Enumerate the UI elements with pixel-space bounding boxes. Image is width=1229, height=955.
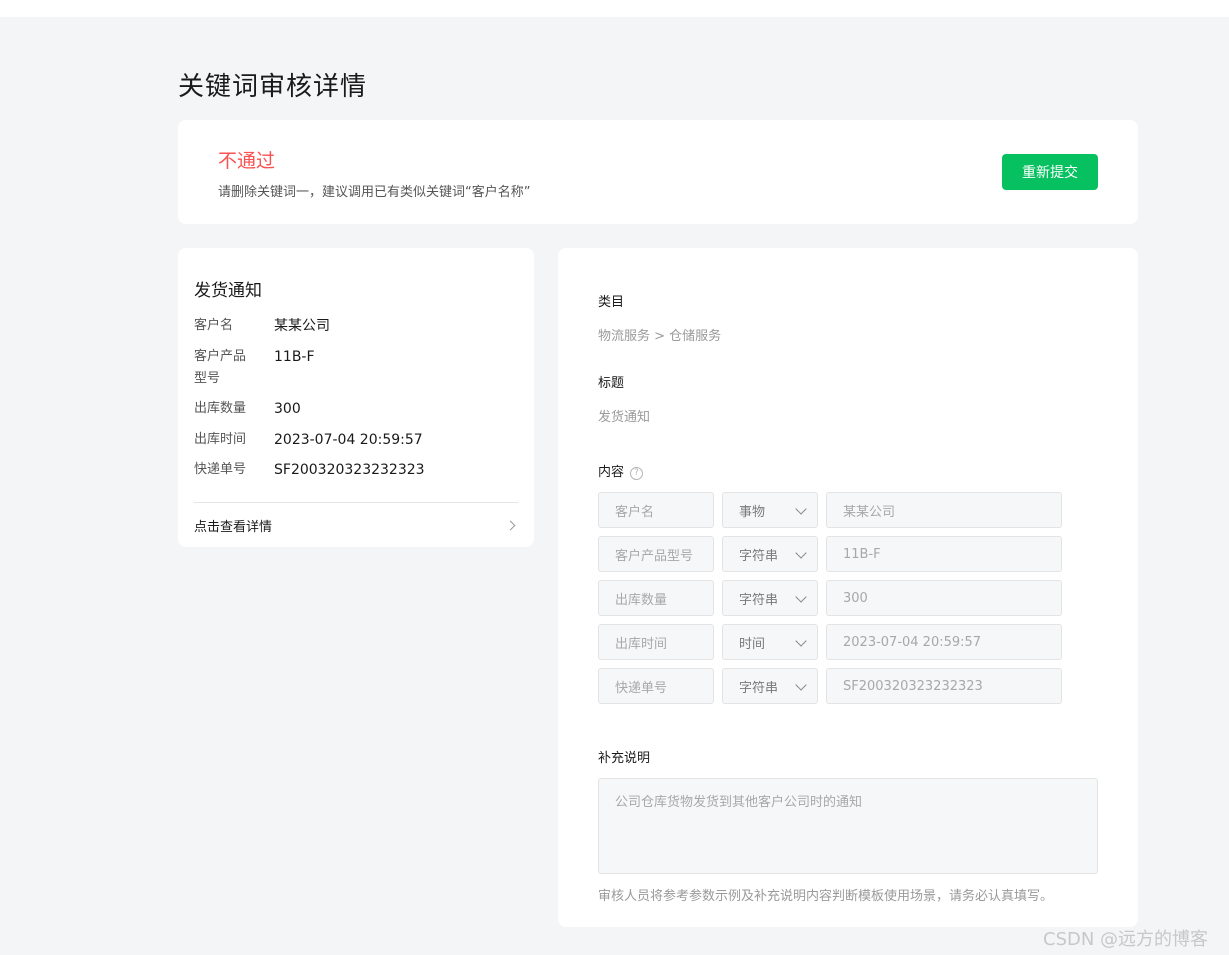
param-type-label: 字符串 — [739, 548, 779, 564]
field-value: 11B-F — [274, 349, 315, 365]
chevron-down-icon — [795, 503, 807, 515]
content-label-row: 内容? — [598, 461, 644, 480]
resubmit-button[interactable]: 重新提交 — [1002, 154, 1098, 190]
remark-label: 补充说明 — [598, 751, 651, 766]
category-value: 物流服务 > 仓储服务 — [598, 329, 722, 344]
template-detail-card: 类目 物流服务 > 仓储服务 标题 发货通知 内容? 客户名 事物 某某公司 客… — [558, 248, 1138, 927]
category-label: 类目 — [598, 295, 625, 310]
field-label: 客户名 — [194, 318, 234, 333]
field-label: 客户产品型号 — [194, 349, 247, 386]
param-value-field[interactable]: 某某公司 — [826, 492, 1062, 528]
field-value: 300 — [274, 401, 301, 417]
field-value: SF200320323232323 — [274, 462, 425, 478]
chevron-down-icon — [795, 547, 807, 559]
param-value-field[interactable]: SF200320323232323 — [826, 668, 1062, 704]
param-type-label: 字符串 — [739, 592, 779, 608]
param-type-select[interactable]: 字符串 — [722, 580, 818, 616]
watermark: CSDN @远方的博客 — [1043, 929, 1209, 950]
param-type-select[interactable]: 字符串 — [722, 536, 818, 572]
chevron-down-icon — [795, 679, 807, 691]
param-name-field[interactable]: 客户产品型号 — [598, 536, 714, 572]
top-bar — [0, 0, 1229, 17]
param-type-select[interactable]: 事物 — [722, 492, 818, 528]
view-detail-label: 点击查看详情 — [194, 519, 273, 535]
field-label: 快递单号 — [194, 462, 247, 477]
title-label: 标题 — [598, 376, 625, 391]
param-value-field[interactable]: 300 — [826, 580, 1062, 616]
field-label: 出库数量 — [194, 401, 247, 416]
param-row: 客户产品型号 字符串 11B-F — [598, 536, 1062, 572]
view-detail-link[interactable]: 点击查看详情 — [194, 514, 518, 536]
param-type-label: 时间 — [739, 636, 766, 652]
status-reason: 请删除关键词一，建议调用已有类似关键词“客户名称” — [218, 185, 531, 200]
param-name-field[interactable]: 客户名 — [598, 492, 714, 528]
field-value: 某某公司 — [274, 318, 330, 334]
content-label: 内容 — [598, 465, 625, 480]
page-title: 关键词审核详情 — [178, 72, 368, 102]
chevron-down-icon — [795, 591, 807, 603]
divider — [194, 502, 518, 503]
message-preview-card: 发货通知 客户名 某某公司 客户产品型号 11B-F 出库数量 300 出库时间… — [178, 248, 534, 547]
param-row: 出库时间 时间 2023-07-04 20:59:57 — [598, 624, 1062, 660]
preview-title: 发货通知 — [194, 281, 262, 301]
param-row: 出库数量 字符串 300 — [598, 580, 1062, 616]
field-value: 2023-07-04 20:59:57 — [274, 432, 423, 448]
param-name-field[interactable]: 出库数量 — [598, 580, 714, 616]
param-type-label: 字符串 — [739, 680, 779, 696]
param-type-label: 事物 — [739, 504, 766, 520]
title-value: 发货通知 — [598, 410, 651, 425]
param-name-field[interactable]: 快递单号 — [598, 668, 714, 704]
remark-hint: 审核人员将参考参数示例及补充说明内容判断模板使用场景，请务必认真填写。 — [598, 889, 1054, 904]
param-name-field[interactable]: 出库时间 — [598, 624, 714, 660]
help-icon[interactable]: ? — [630, 466, 644, 480]
chevron-down-icon — [795, 635, 807, 647]
param-row: 快递单号 字符串 SF200320323232323 — [598, 668, 1062, 704]
param-type-select[interactable]: 时间 — [722, 624, 818, 660]
param-value-field[interactable]: 11B-F — [826, 536, 1062, 572]
review-status-card: 不通过 请删除关键词一，建议调用已有类似关键词“客户名称” 重新提交 — [178, 120, 1138, 224]
status-text: 不通过 — [218, 150, 276, 172]
param-value-field[interactable]: 2023-07-04 20:59:57 — [826, 624, 1062, 660]
param-row: 客户名 事物 某某公司 — [598, 492, 1062, 528]
param-type-select[interactable]: 字符串 — [722, 668, 818, 704]
field-label: 出库时间 — [194, 432, 247, 447]
remark-textarea[interactable]: 公司仓库货物发货到其他客户公司时的通知 — [598, 778, 1098, 874]
chevron-right-icon — [505, 520, 516, 530]
